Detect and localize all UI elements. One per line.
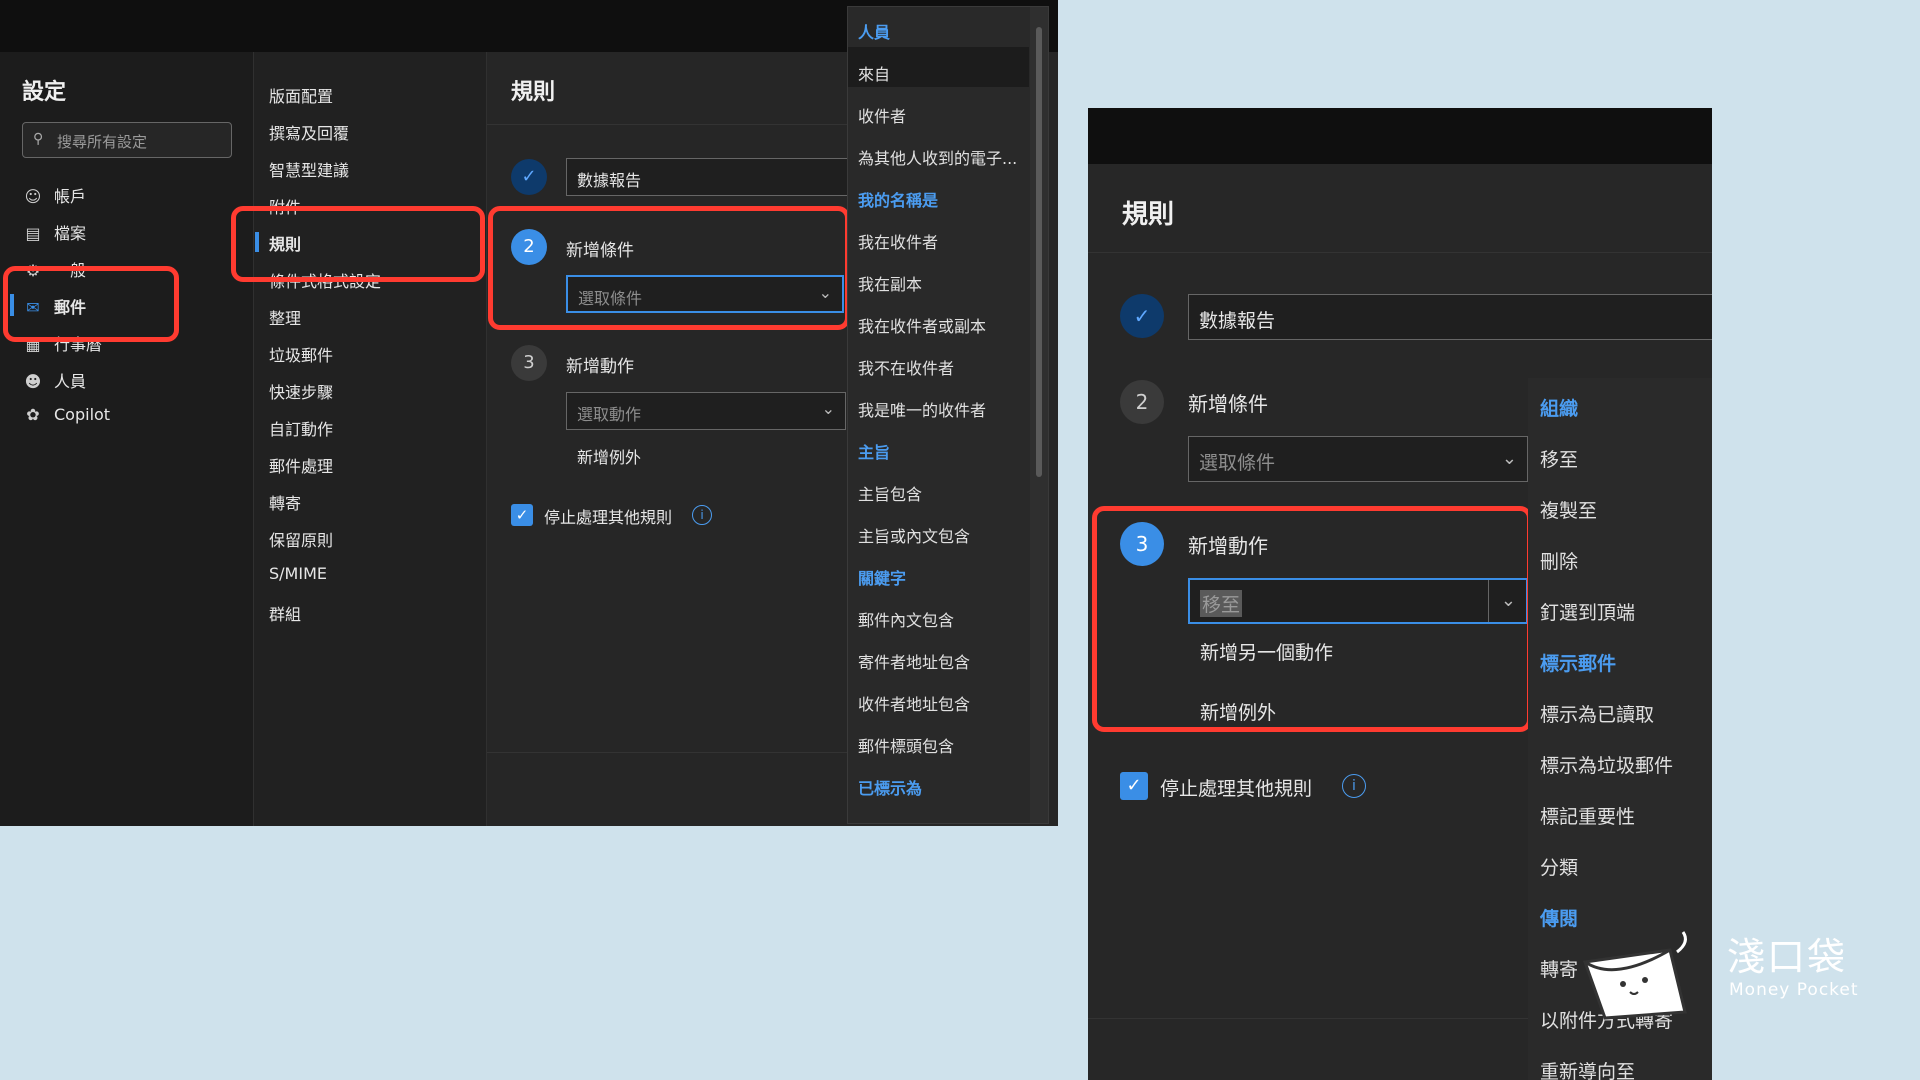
top-bar: [1088, 108, 1712, 164]
option-sender-address-includes[interactable]: 寄件者地址包含: [858, 649, 970, 673]
option-redirect[interactable]: 重新導向至: [1540, 1057, 1635, 1080]
group-header: 關鍵字: [858, 569, 907, 588]
brand-name-en: Money Pocket: [1729, 980, 1859, 1000]
option-mark-importance[interactable]: 標記重要性: [1540, 802, 1635, 829]
option-from[interactable]: 來自: [858, 61, 890, 85]
sub-message-handling[interactable]: 郵件處理: [269, 453, 333, 477]
option-move-to[interactable]: 移至: [1540, 445, 1578, 472]
nav-copilot[interactable]: ✿ Copilot: [22, 405, 110, 424]
group-header: 我的名稱是: [858, 191, 939, 210]
step3-number: 3: [511, 345, 547, 381]
option-i-am-not-in-to[interactable]: 我不在收件者: [858, 355, 954, 379]
option-i-am-in-to[interactable]: 我在收件者: [858, 229, 938, 253]
sub-custom-actions[interactable]: 自訂動作: [269, 416, 333, 440]
money-pocket-logo: [1582, 931, 1687, 1020]
brand-name: 淺口袋: [1727, 935, 1848, 979]
sub-compose-reply[interactable]: 撰寫及回覆: [269, 120, 349, 144]
option-copy-to[interactable]: 複製至: [1540, 496, 1597, 523]
nav-account[interactable]: ☺ 帳戶: [22, 183, 86, 207]
option-header-includes[interactable]: 郵件標頭包含: [858, 733, 954, 757]
sub-groups[interactable]: 群組: [269, 601, 301, 625]
rule-name-input[interactable]: 數據報告: [566, 158, 856, 196]
step2-label: 新增條件: [1188, 392, 1268, 416]
group-header: 組織: [1540, 398, 1579, 420]
sub-quick-steps[interactable]: 快速步驟: [269, 379, 333, 403]
group-header: 已標示為: [858, 779, 923, 798]
file-icon: ▤: [25, 224, 41, 243]
nav-people[interactable]: ☻ 人員: [22, 368, 86, 392]
rule-name-input[interactable]: 數據報告: [1188, 294, 1712, 340]
highlight-rules: [231, 206, 485, 282]
stop-processing-checkbox[interactable]: ✓: [1120, 772, 1148, 800]
step3-label: 新增動作: [566, 357, 634, 377]
copilot-icon: ✿: [26, 405, 40, 424]
info-icon[interactable]: i: [692, 505, 712, 525]
footer-divider: [1088, 1018, 1528, 1019]
option-i-am-in-to-or-cc[interactable]: 我在收件者或副本: [858, 313, 986, 337]
step1-done-icon: ✓: [1120, 294, 1164, 338]
rules-title: 規則: [511, 80, 556, 105]
add-exception-link[interactable]: 新增例外: [577, 444, 641, 468]
sub-forwarding[interactable]: 轉寄: [269, 490, 301, 514]
divider: [1088, 252, 1712, 253]
option-mark-junk[interactable]: 標示為垃圾郵件: [1540, 751, 1673, 778]
option-to[interactable]: 收件者: [858, 103, 906, 127]
option-forward[interactable]: 轉寄: [1540, 955, 1578, 982]
sub-junk[interactable]: 垃圾郵件: [269, 342, 333, 366]
chevron-down-icon: ⌄: [821, 399, 835, 418]
settings-sidebar: [0, 52, 254, 826]
condition-dropdown-list: 人員 來自 收件者 為其他人收到的電子... 我的名稱是 我在收件者 我在副本 …: [847, 6, 1049, 824]
group-header: 主旨: [858, 443, 891, 462]
highlight-mail: [3, 266, 179, 342]
people-icon: ☻: [24, 372, 42, 391]
step2-number: 2: [1120, 380, 1164, 424]
option-body-includes[interactable]: 郵件內文包含: [858, 607, 954, 631]
option-only-recipient[interactable]: 我是唯一的收件者: [858, 397, 986, 421]
sub-layout[interactable]: 版面配置: [269, 83, 333, 107]
option-categorize[interactable]: 分類: [1540, 853, 1578, 880]
option-subject-or-body-includes[interactable]: 主旨或內文包含: [858, 523, 970, 547]
footer-divider: [487, 752, 847, 753]
option-received-for-others[interactable]: 為其他人收到的電子...: [858, 145, 1017, 169]
highlight-add-condition: [488, 206, 850, 330]
option-mark-read[interactable]: 標示為已讀取: [1540, 700, 1654, 727]
search-placeholder: 搜尋所有設定: [57, 133, 148, 151]
info-icon[interactable]: i: [1342, 774, 1366, 798]
highlight-add-action: [1092, 506, 1532, 732]
sub-smart-suggestions[interactable]: 智慧型建議: [269, 157, 349, 181]
sub-smime[interactable]: S/MIME: [269, 564, 327, 583]
group-header: 人員: [858, 23, 891, 42]
rules-title: 規則: [1122, 200, 1175, 230]
person-icon: ☺: [24, 187, 42, 206]
search-icon: ⚲: [33, 131, 44, 147]
sub-retention[interactable]: 保留原則: [269, 527, 333, 551]
settings-search-input[interactable]: ⚲ 搜尋所有設定: [22, 122, 232, 158]
chevron-down-icon: ⌄: [1501, 448, 1517, 469]
option-recipient-address-includes[interactable]: 收件者地址包含: [858, 691, 970, 715]
dropdown-scrollbar[interactable]: [1030, 7, 1048, 823]
stop-processing-label: 停止處理其他規則: [544, 508, 673, 527]
condition-select[interactable]: 選取條件 ⌄: [1188, 436, 1528, 482]
scrollbar-thumb[interactable]: [1036, 27, 1042, 477]
stop-processing-checkbox[interactable]: ✓: [511, 504, 533, 526]
step1-done-icon: ✓: [511, 159, 547, 195]
group-header: 傳閱: [1540, 908, 1579, 930]
settings-title: 設定: [22, 80, 67, 105]
action-select[interactable]: 選取動作 ⌄: [566, 392, 846, 430]
nav-files[interactable]: ▤ 檔案: [22, 220, 86, 244]
divider: [487, 124, 847, 125]
option-subject-includes[interactable]: 主旨包含: [858, 481, 922, 505]
option-i-am-in-cc[interactable]: 我在副本: [858, 271, 922, 295]
option-delete[interactable]: 刪除: [1540, 547, 1578, 574]
group-header: 標示郵件: [1540, 653, 1617, 675]
stop-processing-label: 停止處理其他規則: [1160, 778, 1313, 800]
option-pin[interactable]: 釘選到頂端: [1540, 598, 1635, 625]
sub-sweep[interactable]: 整理: [269, 305, 301, 329]
left-screenshot: 設定 ⚲ 搜尋所有設定 ☺ 帳戶 ▤ 檔案 ⚙ 一般 ✉ 郵件 ▦ 行事曆 ☻ 人員 ✿ Co…: [0, 0, 1058, 826]
